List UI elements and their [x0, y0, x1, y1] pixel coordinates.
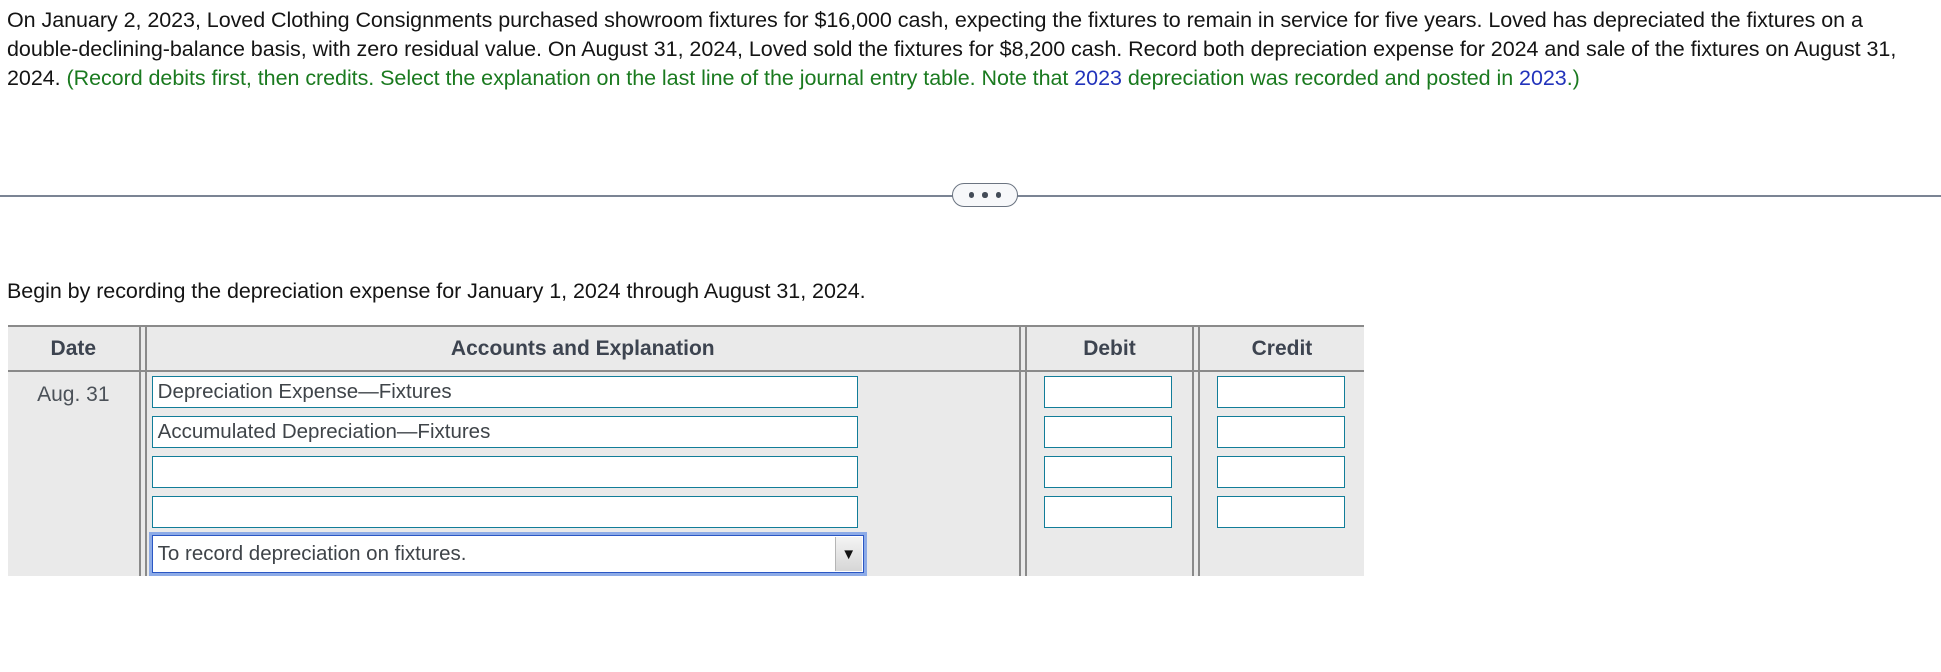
- problem-statement: On January 2, 2023, Loved Clothing Consi…: [7, 6, 1932, 93]
- journal-line: [1200, 492, 1364, 532]
- debit-input-1[interactable]: [1043, 376, 1172, 408]
- credit-input-1[interactable]: [1216, 376, 1345, 408]
- entry-date-cell: Aug. 31: [37, 383, 110, 406]
- section-divider: [0, 180, 1941, 212]
- problem-hint-part-c: .): [1566, 66, 1580, 90]
- journal-line: [1027, 492, 1192, 532]
- journal-line: [1027, 452, 1192, 492]
- debit-explanation-spacer: [1027, 532, 1192, 576]
- problem-hint-year-2: 2023: [1519, 66, 1567, 90]
- journal-line: [1027, 372, 1192, 412]
- journal-line: Accumulated Depreciation—Fixtures: [147, 412, 1019, 452]
- journal-explanation-line: To record depreciation on fixtures. ▼: [147, 532, 1019, 576]
- explanation-dropdown[interactable]: To record depreciation on fixtures. ▼: [151, 535, 864, 573]
- column-separator: [1191, 327, 1200, 370]
- account-input-3[interactable]: [151, 456, 858, 488]
- ellipsis-dot-icon: [968, 192, 975, 198]
- column-separator: [1191, 372, 1200, 576]
- journal-line: [1200, 412, 1364, 452]
- credit-input-4[interactable]: [1216, 496, 1345, 528]
- journal-table-header-row: Date Accounts and Explanation Debit Cred…: [8, 325, 1364, 372]
- problem-hint-part-b: depreciation was recorded and posted in: [1121, 66, 1520, 90]
- problem-hint-part-a: (Record debits first, then credits. Sele…: [66, 66, 1075, 90]
- journal-line: [147, 492, 1019, 532]
- expand-ellipsis-button[interactable]: [952, 183, 1018, 207]
- credit-column: [1200, 372, 1364, 576]
- journal-entry-table: Date Accounts and Explanation Debit Cred…: [8, 325, 1364, 576]
- problem-hint-year-1: 2023: [1074, 66, 1122, 90]
- column-separator: [1018, 372, 1027, 576]
- column-header-credit: Credit: [1251, 336, 1313, 360]
- debit-input-4[interactable]: [1043, 496, 1172, 528]
- account-input-1[interactable]: Depreciation Expense—Fixtures: [151, 376, 858, 408]
- credit-input-2[interactable]: [1216, 416, 1345, 448]
- journal-line: Depreciation Expense—Fixtures: [147, 372, 1019, 412]
- account-input-4[interactable]: [151, 496, 858, 528]
- debit-column: [1027, 372, 1192, 576]
- journal-table-body: Aug. 31 Depreciation Expense—Fixtures Ac…: [8, 372, 1364, 576]
- column-header-date: Date: [50, 336, 97, 360]
- credit-explanation-spacer: [1200, 532, 1364, 576]
- credit-input-3[interactable]: [1216, 456, 1345, 488]
- chevron-down-icon[interactable]: ▼: [834, 537, 862, 571]
- column-separator: [1018, 327, 1027, 370]
- journal-line: [1027, 412, 1192, 452]
- ellipsis-dot-icon: [995, 192, 1002, 198]
- journal-line: [1200, 372, 1364, 412]
- account-input-2[interactable]: Accumulated Depreciation—Fixtures: [151, 416, 858, 448]
- column-separator: [138, 327, 147, 370]
- explanation-selected-value: To record depreciation on fixtures.: [157, 542, 467, 565]
- debit-input-3[interactable]: [1043, 456, 1172, 488]
- accounts-column: Depreciation Expense—Fixtures Accumulate…: [147, 372, 1019, 576]
- column-header-debit: Debit: [1083, 336, 1136, 360]
- ellipsis-dot-icon: [982, 192, 988, 198]
- column-separator: [138, 372, 147, 576]
- column-header-accounts: Accounts and Explanation: [450, 336, 715, 360]
- journal-line: [147, 452, 1019, 492]
- sub-prompt-text: Begin by recording the depreciation expe…: [7, 279, 866, 303]
- debit-input-2[interactable]: [1043, 416, 1172, 448]
- journal-line: [1200, 452, 1364, 492]
